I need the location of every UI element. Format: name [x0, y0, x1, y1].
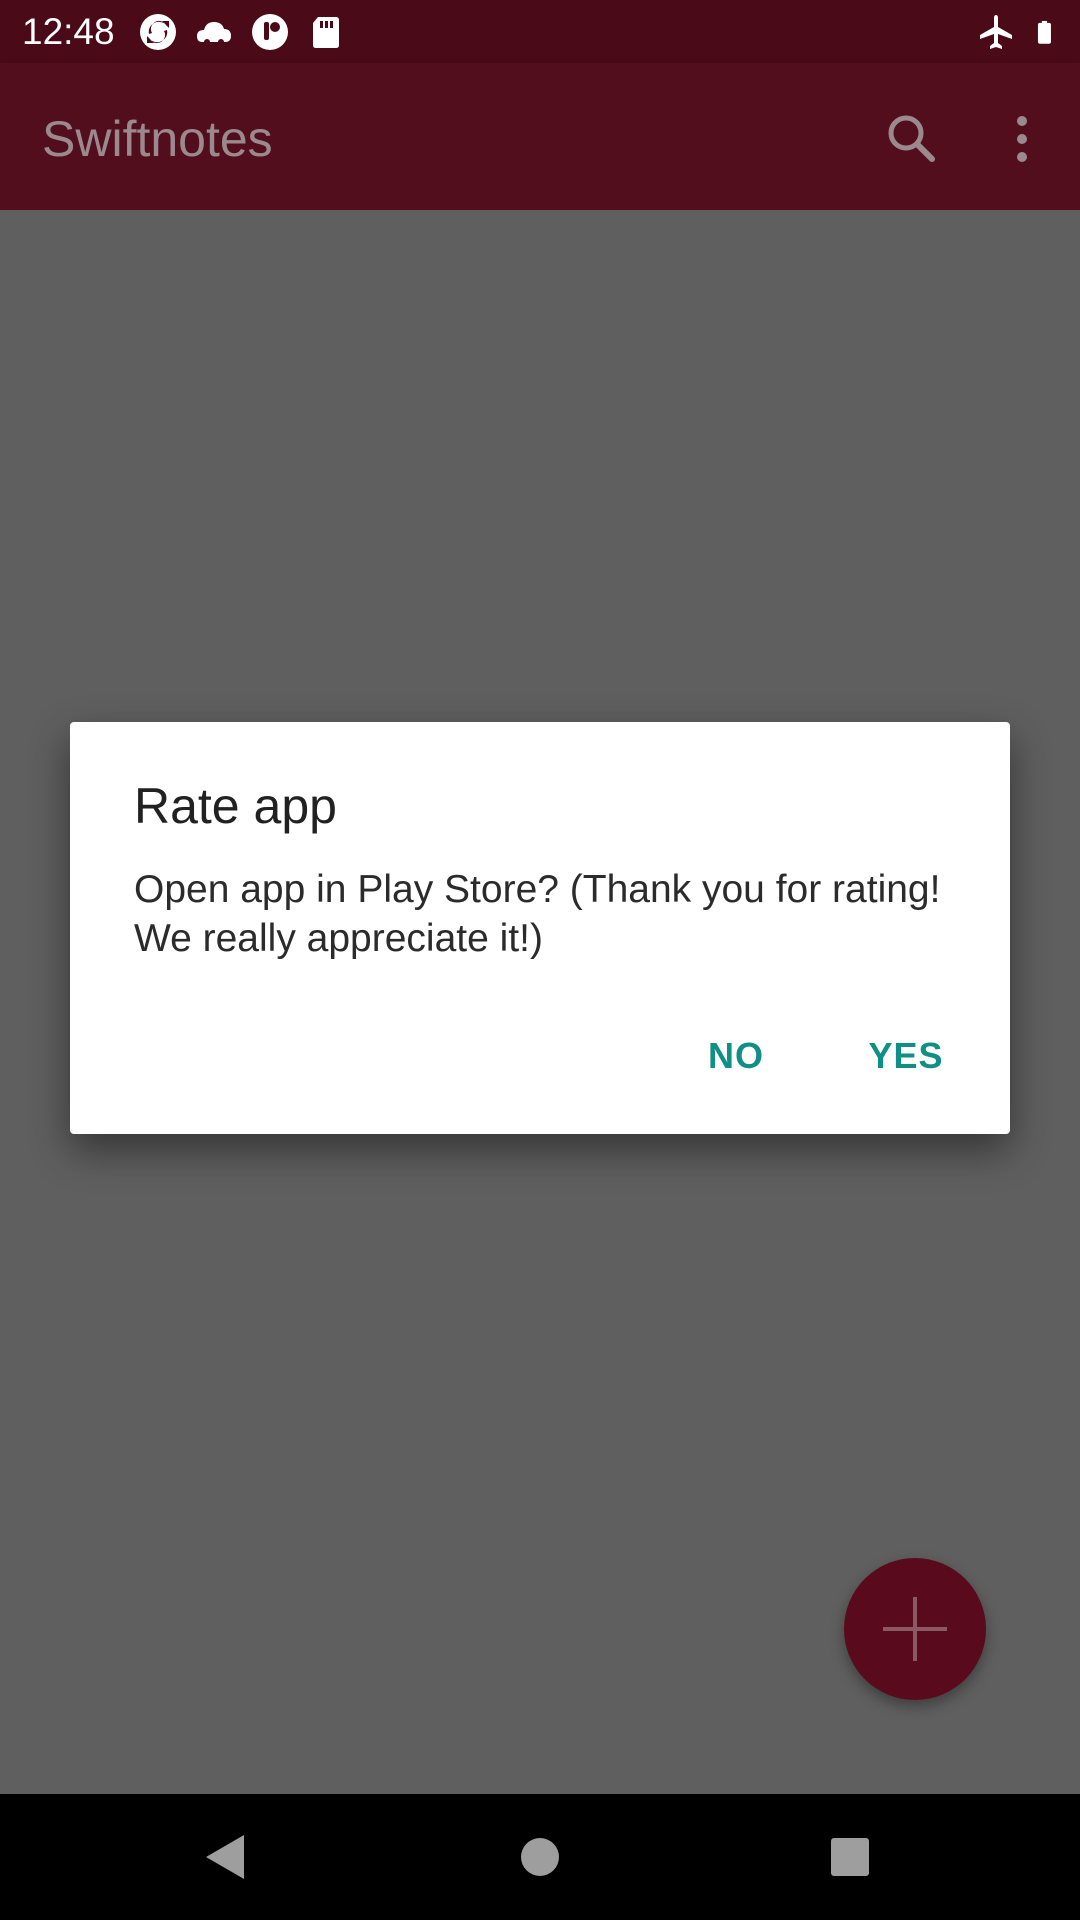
dialog-title: Rate app	[134, 778, 337, 834]
sd-card-icon	[313, 17, 339, 48]
add-note-button[interactable]	[844, 1558, 986, 1700]
cloud-icon	[197, 22, 231, 45]
status-system-icons	[976, 10, 1062, 54]
yes-button[interactable]: YES	[842, 1028, 970, 1084]
notification-app-icon	[252, 14, 288, 50]
app-bar: Swiftnotes	[0, 63, 1080, 210]
status-bar: 12:48	[0, 0, 1080, 63]
status-time: 12:48	[22, 11, 115, 52]
back-icon[interactable]	[198, 1829, 254, 1885]
battery-icon	[1037, 20, 1051, 44]
no-button[interactable]: NO	[678, 1028, 794, 1084]
airplane-mode-icon	[980, 15, 1012, 49]
rate-app-dialog: Rate app Open app in Play Store? (Thank …	[70, 722, 1010, 1134]
home-icon[interactable]	[512, 1829, 568, 1885]
sync-icon	[140, 14, 176, 50]
plus-icon	[883, 1597, 947, 1661]
app-title: Swiftnotes	[42, 111, 273, 167]
status-notification-icons	[138, 10, 346, 54]
dialog-message: Open app in Play Store? (Thank you for r…	[134, 868, 941, 960]
navigation-bar	[0, 1794, 1080, 1920]
more-vert-icon[interactable]	[990, 107, 1054, 171]
search-icon[interactable]	[880, 107, 944, 171]
recents-icon[interactable]	[822, 1829, 878, 1885]
